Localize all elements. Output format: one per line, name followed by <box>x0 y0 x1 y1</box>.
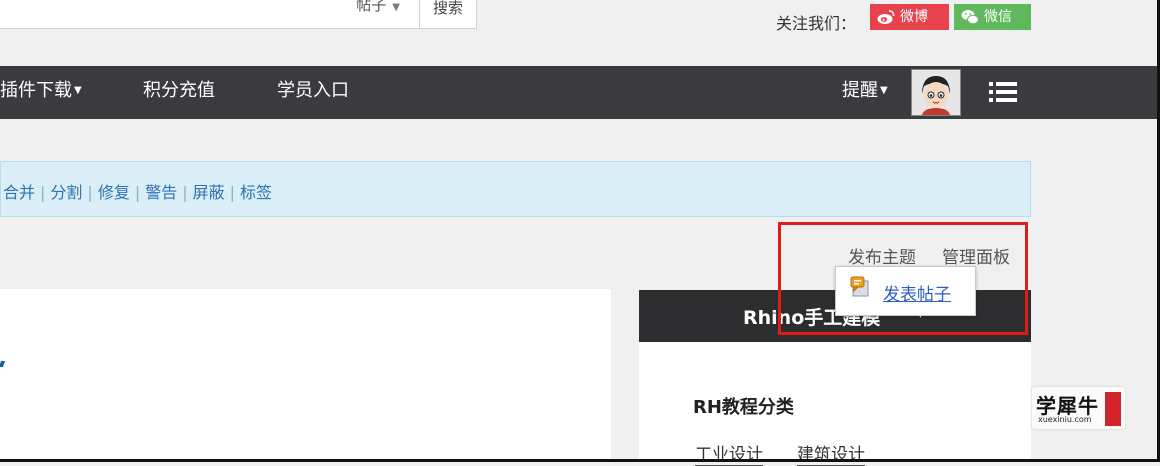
category-item-architecture-design[interactable]: 建筑设计 <box>797 440 865 466</box>
list-menu-icon[interactable] <box>989 81 1017 103</box>
separator: | <box>87 183 93 202</box>
weibo-button[interactable]: 微博 <box>870 4 949 30</box>
content-marker <box>0 361 6 367</box>
mod-repair-link[interactable]: 修复 <box>98 183 130 202</box>
avatar[interactable] <box>911 69 961 116</box>
mod-warn-link[interactable]: 警告 <box>145 183 177 202</box>
mod-split-link[interactable]: 分割 <box>50 183 82 202</box>
mod-block-link[interactable]: 屏蔽 <box>193 183 225 202</box>
weibo-icon <box>877 10 895 24</box>
search-button[interactable]: 搜索 <box>419 0 476 28</box>
separator: | <box>40 183 46 202</box>
chevron-down-icon: ▼ <box>74 85 82 96</box>
wechat-icon <box>961 10 979 25</box>
nav-item-label: 插件下载 <box>0 80 72 101</box>
nav-item-points-recharge[interactable]: 积分充值 <box>143 79 215 103</box>
category-title: RH教程分类 <box>693 397 794 418</box>
watermark-domain: xuexiniu.com <box>1038 415 1092 424</box>
chevron-down-icon: ▼ <box>880 85 888 96</box>
separator: | <box>182 183 188 202</box>
sidebar-body: RH教程分类 工业设计 建筑设计 <box>639 342 1031 466</box>
nav-item-student-entry[interactable]: 学员入口 <box>277 79 349 103</box>
search-bar: 帖子 ▼ 搜索 <box>0 0 477 29</box>
category-item-industrial-design[interactable]: 工业设计 <box>695 440 763 466</box>
mod-merge-link[interactable]: 合并 <box>3 183 35 202</box>
wechat-button[interactable]: 微信 <box>954 4 1031 30</box>
search-type-label: 帖子 <box>356 0 387 14</box>
reminder-label: 提醒 <box>842 80 878 101</box>
separator: | <box>229 183 236 202</box>
wechat-label: 微信 <box>984 9 1012 25</box>
watermark-seal <box>1105 392 1121 426</box>
moderation-toolbar: 合并 | 分割 | 修复 | 警告 | 屏蔽 | 标签 <box>0 161 1031 217</box>
separator: | <box>134 183 141 202</box>
mod-tag-link[interactable]: 标签 <box>240 183 272 202</box>
content-panel <box>0 289 611 462</box>
search-type-select[interactable]: 帖子 ▼ <box>356 0 400 15</box>
weibo-label: 微博 <box>900 9 928 25</box>
watermark-logo: 学犀牛 xuexiniu.com <box>1032 387 1125 429</box>
moderation-links: 合并 | 分割 | 修复 | 警告 | 屏蔽 | 标签 <box>3 179 272 203</box>
reminder-menu[interactable]: 提醒 ▼ <box>842 79 888 103</box>
follow-label: 关注我们： <box>776 14 857 33</box>
nav-item-plugin-download[interactable]: 插件下载 ▼ <box>0 79 82 103</box>
avatar-image <box>912 70 960 115</box>
highlight-box <box>778 222 1028 335</box>
main-navbar: 插件下载 ▼ 积分充值 学员入口 提醒 ▼ <box>0 66 1157 119</box>
chevron-down-icon: ▼ <box>392 2 400 13</box>
